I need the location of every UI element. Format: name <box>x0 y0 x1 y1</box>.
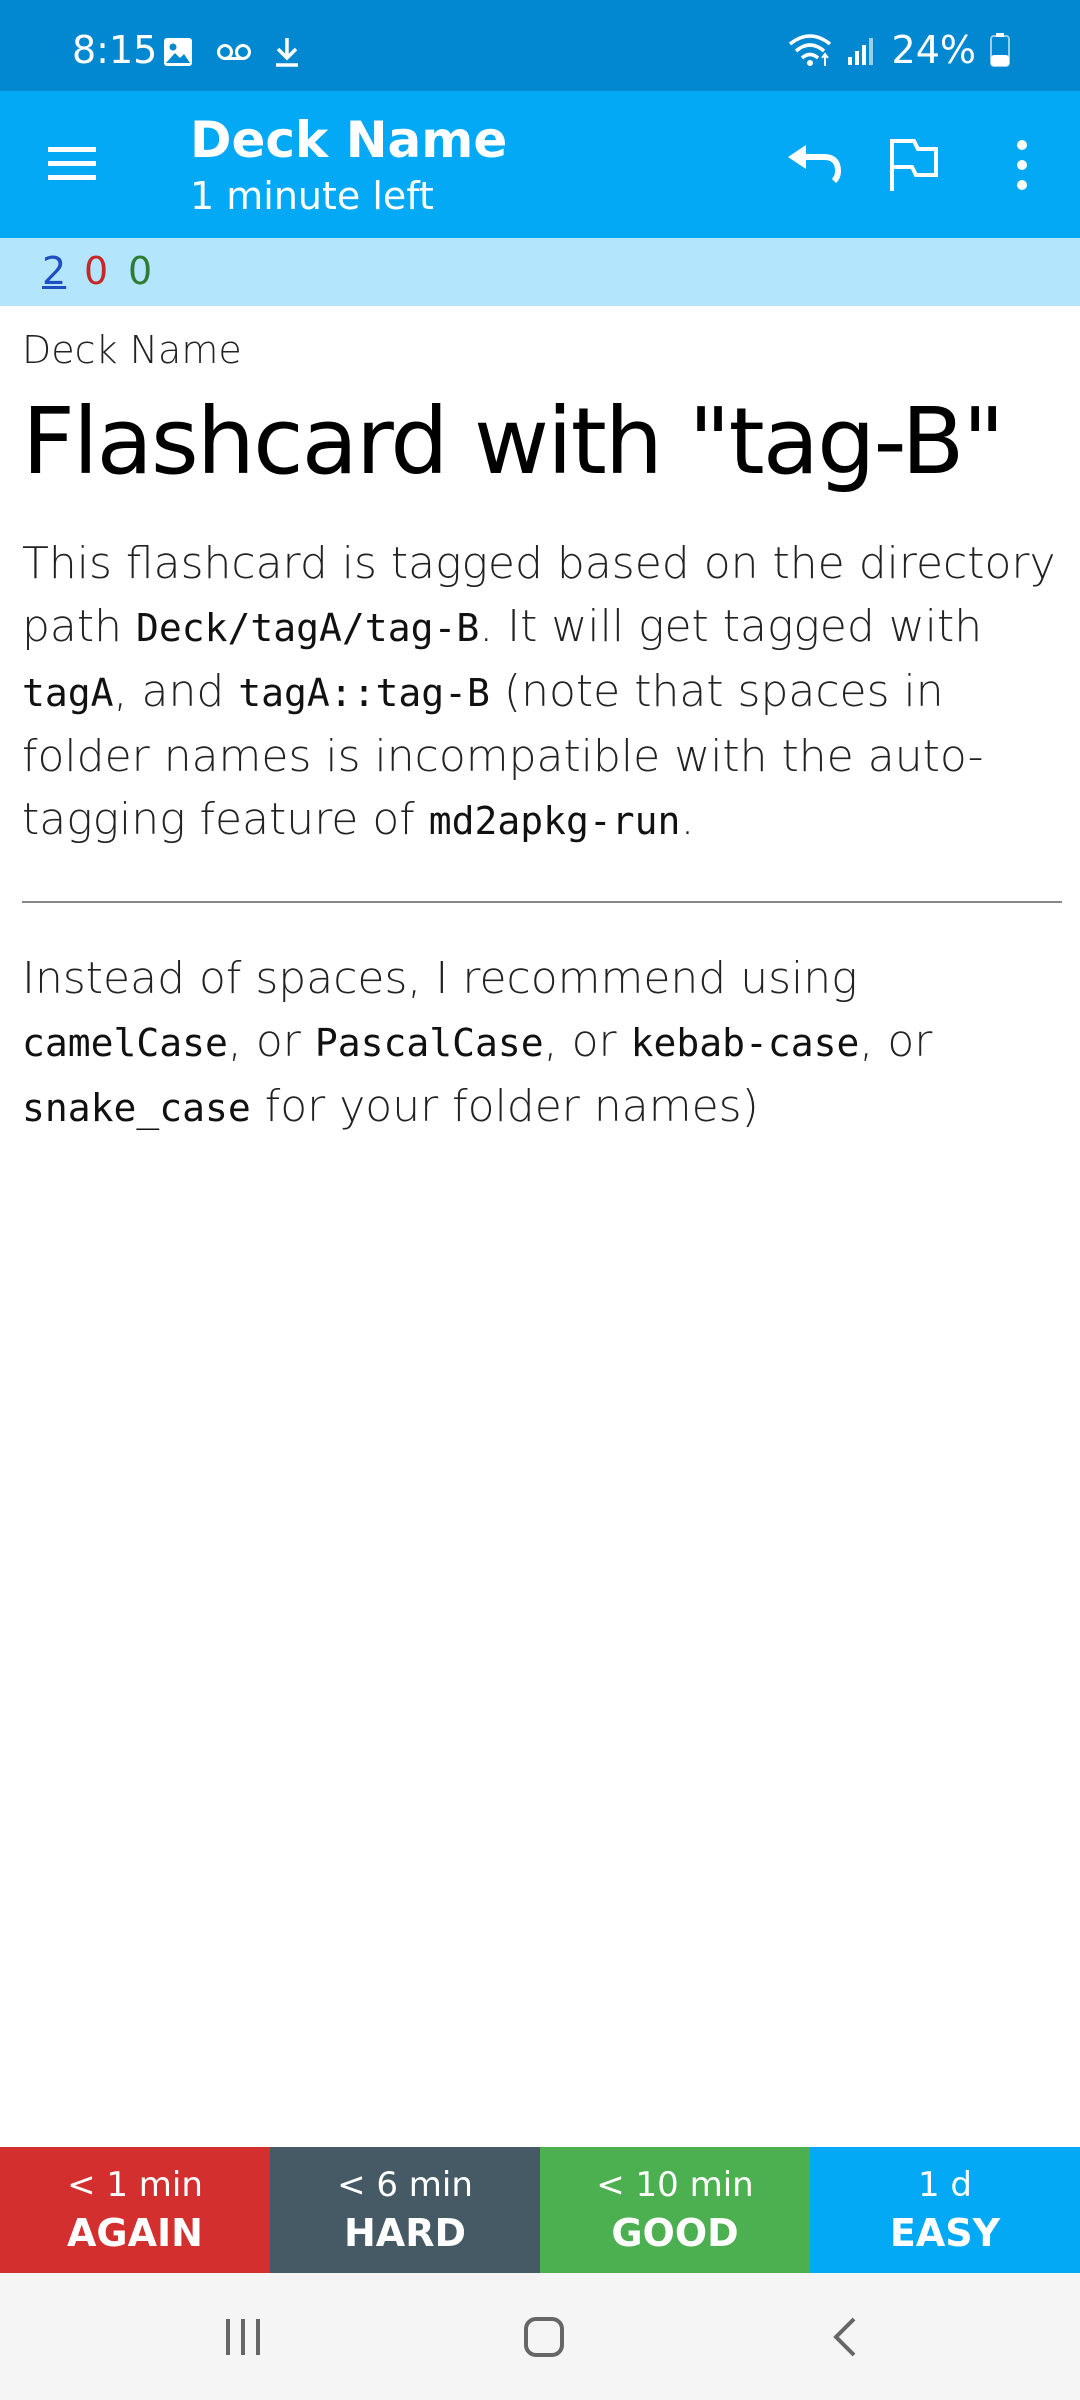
more-options-button[interactable] <box>1004 135 1040 195</box>
review-count: 0 <box>128 249 153 293</box>
recent-apps-icon <box>226 2319 260 2355</box>
inline-code: md2apkg-run <box>428 799 681 843</box>
card-counts-bar: 2 0 0 <box>0 238 1080 306</box>
card-title: Flashcard with "tag-B" <box>22 388 1005 495</box>
app-bar: Deck Name 1 minute left <box>0 91 1080 238</box>
divider <box>22 901 1062 903</box>
back-icon <box>833 2317 856 2357</box>
text-run: , or <box>227 1016 315 1067</box>
menu-button[interactable] <box>44 139 100 189</box>
battery-percent: 24% <box>891 28 976 72</box>
text-run: for your folder names) <box>250 1081 759 1132</box>
status-system-icons: 24% <box>788 28 1010 72</box>
inline-code: tagA::tag-B <box>238 671 490 715</box>
again-label: AGAIN <box>67 2211 203 2255</box>
undo-button[interactable] <box>784 133 848 197</box>
text-run: . It will get tagged with <box>479 601 983 652</box>
gallery-icon <box>164 38 192 66</box>
menu-icon <box>48 147 96 180</box>
easy-button[interactable]: 1 d EASY <box>810 2147 1080 2273</box>
easy-interval: 1 d <box>917 2165 973 2205</box>
good-button[interactable]: < 10 min GOOD <box>540 2147 810 2273</box>
inline-code: kebab-case <box>630 1021 860 1065</box>
text-run: , and <box>113 666 239 717</box>
flag-button[interactable] <box>884 131 944 195</box>
inline-code: Deck/tagA/tag-B <box>136 606 480 650</box>
text-run: Instead of spaces, I recommend using <box>22 953 858 1004</box>
hard-interval: < 6 min <box>337 2165 473 2205</box>
text-run: . <box>680 794 695 845</box>
inline-code: PascalCase <box>314 1021 544 1065</box>
text-run: , or <box>543 1016 631 1067</box>
more-vert-icon <box>1017 140 1027 190</box>
home-button[interactable] <box>522 2315 566 2359</box>
status-notification-icons <box>162 36 300 68</box>
hard-button[interactable]: < 6 min HARD <box>270 2147 540 2273</box>
deck-title: Deck Name <box>190 111 508 169</box>
toolbar-titles: Deck Name 1 minute left <box>190 109 507 221</box>
battery-icon <box>990 33 1010 67</box>
good-label: GOOD <box>611 2211 739 2255</box>
system-nav-bar <box>0 2273 1080 2400</box>
hard-label: HARD <box>343 2211 466 2255</box>
again-interval: < 1 min <box>67 2165 203 2205</box>
learning-count: 0 <box>84 249 109 293</box>
time-left: 1 minute left <box>190 174 434 218</box>
text-run: , or <box>859 1016 933 1067</box>
card-content: Deck Name Flashcard with "tag-B" This fl… <box>22 306 1062 1140</box>
flag-icon <box>890 139 938 191</box>
card-paragraph-2: Instead of spaces, I recommend using cam… <box>22 947 1062 1140</box>
answer-buttons: < 1 min AGAIN < 6 min HARD < 10 min GOOD… <box>0 2147 1080 2273</box>
download-icon <box>276 38 298 67</box>
again-button[interactable]: < 1 min AGAIN <box>0 2147 270 2273</box>
signal-icon <box>847 38 873 65</box>
inline-code: snake_case <box>22 1086 251 1130</box>
undo-icon <box>788 145 842 184</box>
new-count: 2 <box>42 249 67 293</box>
wifi-icon <box>788 34 831 66</box>
status-time: 8:15 <box>72 28 158 72</box>
good-interval: < 10 min <box>596 2165 754 2205</box>
deck-label: Deck Name <box>22 328 242 372</box>
inline-code: tagA <box>22 671 114 715</box>
recent-apps-button[interactable] <box>222 2317 264 2357</box>
voicemail-icon <box>217 44 251 60</box>
status-bar: 8:15 24% <box>0 0 1080 91</box>
home-icon <box>524 2317 564 2357</box>
easy-label: EASY <box>889 2211 1001 2255</box>
card-paragraph-1: This flashcard is tagged based on the di… <box>22 532 1062 853</box>
back-button[interactable] <box>830 2315 860 2359</box>
inline-code: camelCase <box>22 1021 228 1065</box>
